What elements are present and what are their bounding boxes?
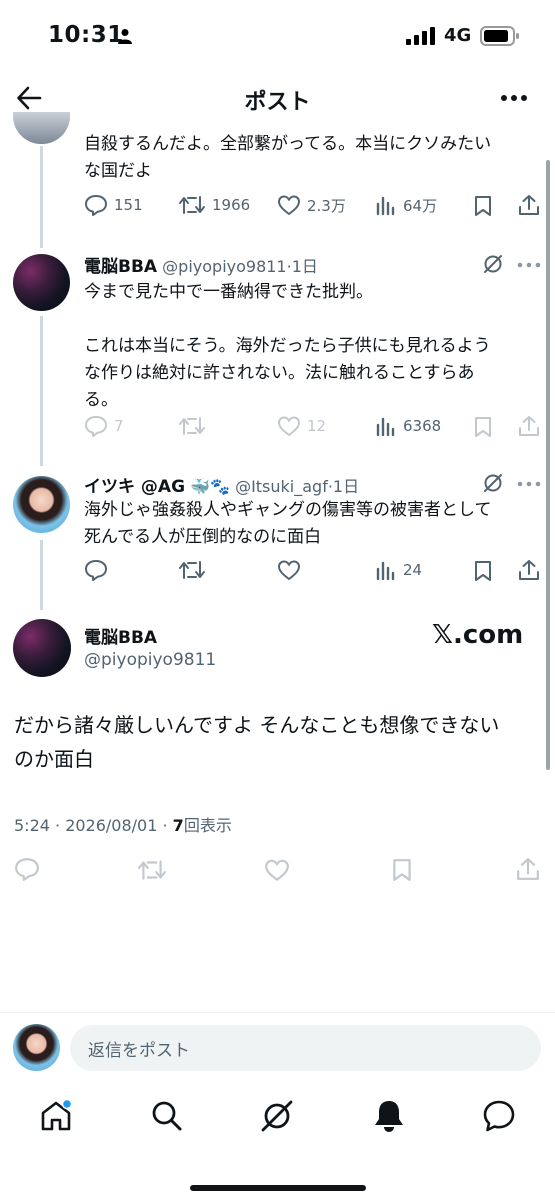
person-icon <box>118 29 132 44</box>
name-emoji: 🐳🐾 <box>190 477 230 496</box>
reply-button[interactable]: 7 <box>84 415 124 437</box>
views-icon <box>376 561 395 581</box>
author-handle[interactable]: @piyopiyo9811 <box>84 650 216 670</box>
repost-icon <box>179 196 205 214</box>
post-time: ·1日 <box>327 477 360 496</box>
grok-icon[interactable] <box>483 254 503 274</box>
reply-icon[interactable] <box>14 857 40 881</box>
views-button[interactable]: 6368 <box>375 415 441 437</box>
bookmark-icon[interactable] <box>473 416 493 438</box>
tab-messages[interactable] <box>481 1098 517 1134</box>
reply-placeholder: 返信をポスト <box>88 1041 190 1061</box>
more-icon[interactable] <box>500 94 528 102</box>
home-icon <box>41 1098 73 1131</box>
page-title: ポスト <box>244 90 311 115</box>
network-type: 4G <box>444 25 472 46</box>
post-meta: 5:24 · 2026/08/01 · 7回表示 <box>14 816 232 835</box>
avatar[interactable] <box>13 112 70 144</box>
repost-button[interactable] <box>178 415 206 437</box>
share-icon[interactable] <box>518 559 540 581</box>
messages-icon <box>483 1100 515 1132</box>
grok-icon <box>261 1100 293 1132</box>
post-text: 海外じゃ強姦殺人やギャングの傷害等の被害者として 死んでる人が圧倒的なのに面白 <box>84 500 492 547</box>
author-handle[interactable]: @piyopiyo9811 <box>162 257 286 276</box>
home-indicator <box>190 1185 366 1191</box>
share-icon[interactable] <box>516 857 540 881</box>
main-post-text: だから諸々厳しいんですよ そんなことも想像できない のか面白 <box>14 713 500 771</box>
like-button[interactable] <box>277 559 301 581</box>
post-text: 今まで見た中で一番納得できた批判。 これは本当にそう。海外だったら子供にも見れる… <box>84 282 491 410</box>
tab-home[interactable] <box>38 1098 74 1134</box>
author-handle[interactable]: @Itsuki_agf <box>235 477 328 496</box>
tab-grok[interactable] <box>259 1098 295 1134</box>
reply-button[interactable]: 151 <box>84 194 143 216</box>
views-button[interactable]: 64万 <box>375 194 437 216</box>
repost-icon <box>179 417 205 435</box>
more-icon[interactable] <box>517 262 541 268</box>
repost-button[interactable]: 1966 <box>178 194 250 216</box>
reply-icon <box>85 195 107 216</box>
like-icon[interactable] <box>264 858 290 882</box>
repost-icon[interactable] <box>137 858 167 882</box>
signal-icon <box>406 27 435 45</box>
notifications-icon <box>375 1101 403 1132</box>
tab-notifications[interactable] <box>371 1098 407 1134</box>
bookmark-icon[interactable] <box>473 560 493 582</box>
bookmark-icon[interactable] <box>473 195 493 217</box>
more-icon[interactable] <box>517 481 541 487</box>
like-button[interactable]: 12 <box>277 415 326 437</box>
scrollbar[interactable] <box>546 160 550 770</box>
reply-icon <box>85 416 107 437</box>
views-button[interactable]: 24 <box>375 559 422 581</box>
thread-line <box>40 316 43 466</box>
repost-button[interactable] <box>178 559 206 581</box>
author-name[interactable]: 電脳BBA <box>84 623 157 648</box>
tab-search[interactable] <box>149 1098 185 1134</box>
bookmark-icon[interactable] <box>391 858 413 882</box>
author-name[interactable]: イツキ @AG <box>84 477 185 497</box>
like-button[interactable]: 2.3万 <box>277 194 346 216</box>
search-icon <box>152 1101 182 1131</box>
share-icon[interactable] <box>518 194 540 216</box>
like-icon <box>278 560 300 580</box>
grok-icon[interactable] <box>483 473 503 493</box>
avatar[interactable] <box>13 476 70 533</box>
reply-icon <box>85 560 107 581</box>
watermark: 𝕏.com <box>432 620 524 650</box>
author-name[interactable]: 電脳BBA <box>84 257 157 277</box>
avatar[interactable] <box>13 254 70 311</box>
reply-button[interactable] <box>84 559 108 581</box>
thread-line <box>40 540 43 610</box>
avatar[interactable] <box>13 619 71 677</box>
views-icon <box>376 417 395 437</box>
like-icon <box>278 416 300 436</box>
post-time: ·1日 <box>286 257 318 276</box>
repost-icon <box>179 561 205 579</box>
thread-line <box>40 146 43 248</box>
battery-icon <box>480 26 519 46</box>
views-icon <box>376 196 395 216</box>
like-icon <box>278 195 300 215</box>
status-time: 10:31 <box>48 22 124 48</box>
post-text: 自殺するんだよ。全部繋がってる。本当にクソみたい な国だよ <box>84 134 492 181</box>
share-icon[interactable] <box>518 415 540 437</box>
divider <box>0 1012 555 1013</box>
avatar[interactable] <box>13 1024 60 1071</box>
view-count: 7 <box>172 816 184 835</box>
